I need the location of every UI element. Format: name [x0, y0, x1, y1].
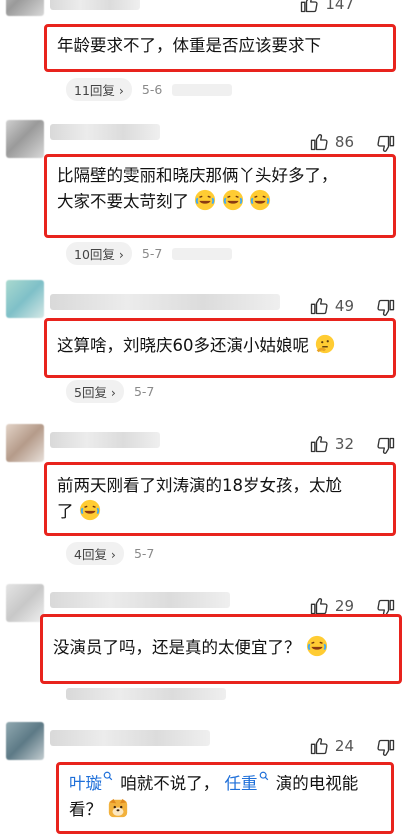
- thumbs-up-icon: [310, 738, 328, 755]
- comment-text-box: 比隔壁的雯丽和晓庆那俩丫头好多了， 大家不要太苛刻了: [44, 154, 396, 238]
- comment-text-line1: 比隔壁的雯丽和晓庆那俩丫头好多了，: [57, 166, 338, 185]
- like-button[interactable]: 24: [309, 736, 354, 756]
- thumbs-down-icon[interactable]: [376, 298, 396, 318]
- like-count: 147: [325, 0, 354, 13]
- like-count: 29: [334, 597, 354, 615]
- comment-text-line2: 了: [57, 499, 383, 525]
- replies-button[interactable]: 5回复 ›: [66, 380, 124, 403]
- like-button[interactable]: 147: [299, 0, 354, 14]
- reply-row: 4回复 › 5-7: [66, 542, 154, 565]
- reply-row: 10回复 › 5-7: [66, 242, 233, 265]
- thumbs-up-icon: [301, 0, 318, 13]
- search-icon: [259, 771, 268, 781]
- comment-text-box: 没演员了吗，还是真的太便宜了？: [40, 614, 402, 684]
- keyword-link[interactable]: 任重: [225, 771, 271, 793]
- reply-row: 11回复 › 5-6: [66, 78, 233, 101]
- thinking-emoji: [316, 334, 335, 354]
- laughing-crying-emoji: [195, 189, 216, 211]
- avatar[interactable]: [6, 280, 44, 318]
- like-count: 86: [334, 133, 354, 151]
- thumbs-up-icon: [310, 298, 328, 315]
- replies-button[interactable]: 10回复 ›: [66, 242, 132, 265]
- username-blurred[interactable]: [50, 592, 230, 608]
- username-blurred[interactable]: [50, 0, 140, 10]
- like-button[interactable]: 86: [309, 132, 354, 152]
- avatar[interactable]: [6, 0, 44, 16]
- like-count: 32: [334, 435, 354, 453]
- comment-text-line2: 大家不要太苛刻了: [57, 189, 383, 215]
- comment-date: 5-7: [133, 384, 155, 399]
- comment-text: 这算啥，刘晓庆60多还演小姑娘呢: [57, 336, 309, 355]
- username-blurred[interactable]: [50, 730, 210, 746]
- thumbs-up-icon: [310, 436, 328, 453]
- comment-date: 5-6: [141, 82, 163, 97]
- like-button[interactable]: 29: [309, 596, 354, 616]
- reply-row: 5回复 › 5-7: [66, 380, 154, 403]
- search-icon: [103, 771, 113, 781]
- comment-text: 年龄要求不了，体重是否应该要求下: [57, 36, 321, 55]
- laughing-crying-emoji: [222, 189, 243, 211]
- laughing-crying-emoji: [79, 499, 100, 521]
- comment-text-box: 年龄要求不了，体重是否应该要求下: [44, 24, 396, 72]
- like-count: 49: [334, 297, 354, 315]
- avatar[interactable]: [6, 120, 44, 158]
- username-blurred[interactable]: [50, 124, 160, 140]
- comment-text-box: 这算啥，刘晓庆60多还演小姑娘呢: [44, 318, 396, 378]
- thumbs-up-icon: [310, 598, 328, 615]
- comment-text-box: 叶璇 咱就不说了， 任重 演的电视能 看？: [56, 762, 394, 834]
- laughing-crying-emoji: [249, 189, 270, 211]
- like-count: 24: [334, 737, 354, 755]
- replies-button[interactable]: 4回复 ›: [66, 542, 124, 565]
- thumbs-down-icon[interactable]: [376, 134, 396, 154]
- thumbs-up-icon: [310, 134, 328, 151]
- username-blurred[interactable]: [50, 432, 160, 448]
- thumbs-down-icon[interactable]: [376, 738, 396, 758]
- laughing-crying-emoji: [306, 635, 327, 657]
- doge-emoji: [109, 798, 128, 818]
- avatar[interactable]: [6, 584, 44, 622]
- location-blurred: [172, 83, 233, 96]
- keyword-link[interactable]: 叶璇: [69, 771, 115, 793]
- like-button[interactable]: 49: [309, 296, 354, 316]
- like-button[interactable]: 32: [309, 434, 354, 454]
- thumbs-down-icon[interactable]: [376, 436, 396, 456]
- comment-text: 没演员了吗，还是真的太便宜了？: [53, 638, 301, 657]
- username-blurred[interactable]: [50, 294, 280, 310]
- comment-date: 5-7: [141, 246, 163, 261]
- location-blurred: [172, 247, 233, 260]
- comment-text-line1: 前两天刚看了刘涛演的18岁女孩，太尬: [57, 476, 342, 495]
- avatar[interactable]: [6, 722, 44, 760]
- comment-text-box: 前两天刚看了刘涛演的18岁女孩，太尬 了: [44, 462, 396, 536]
- comment-text-line1: 叶璇 咱就不说了， 任重 演的电视能: [69, 771, 381, 797]
- comment-text-line2: 看？: [69, 797, 381, 823]
- reply-row-blurred: [66, 688, 226, 700]
- avatar[interactable]: [6, 424, 44, 462]
- comment-date: 5-7: [133, 546, 155, 561]
- replies-button[interactable]: 11回复 ›: [66, 78, 132, 101]
